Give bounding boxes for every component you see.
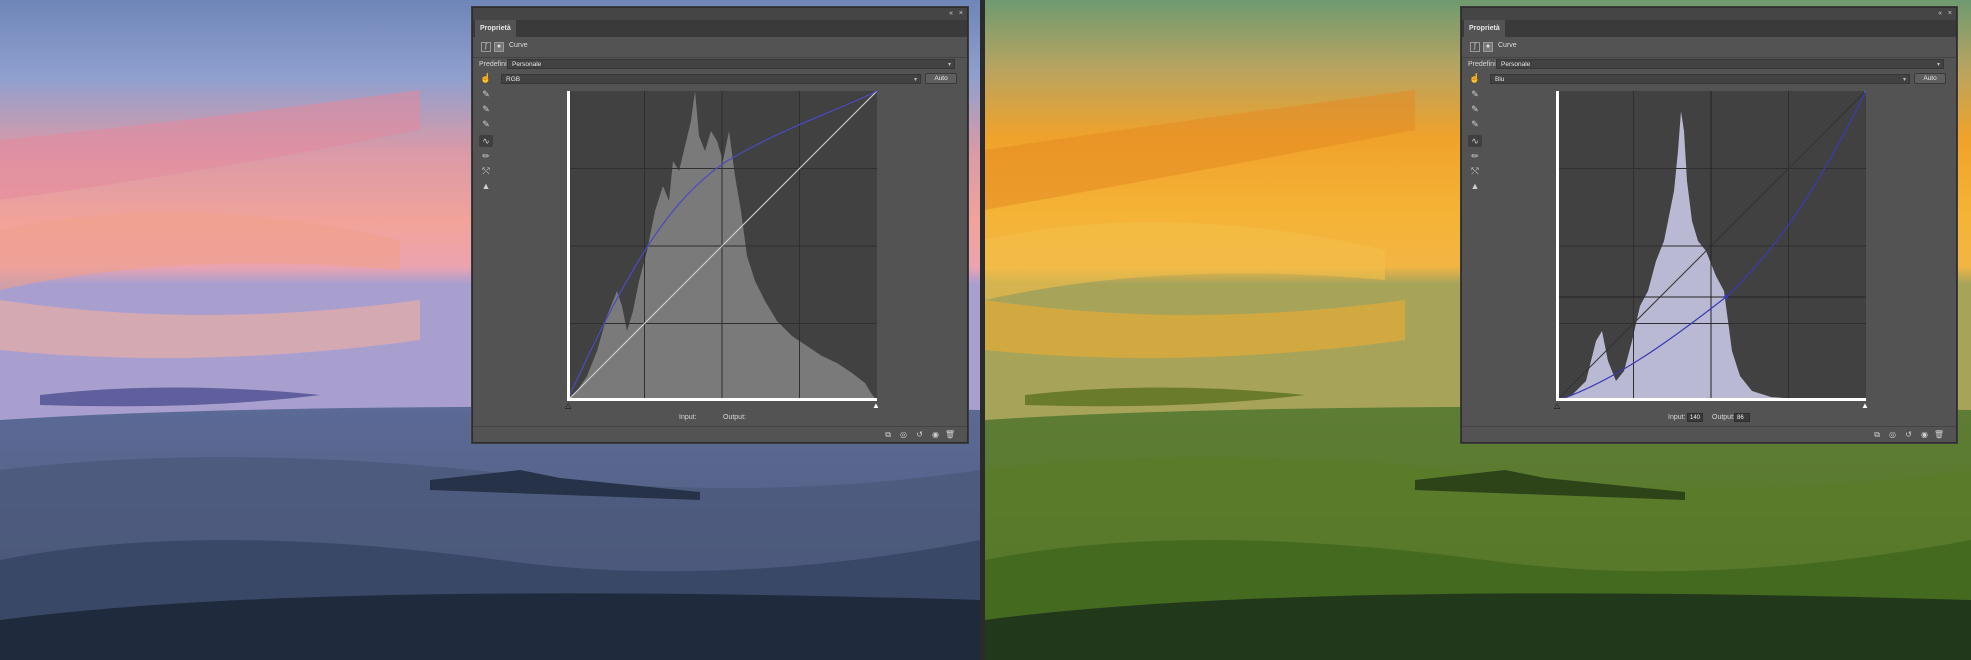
curves-properties-panel-right: « × Proprietà ≡ ∫ ● Curve Predefinito: P… (1461, 7, 1957, 443)
split-divider (980, 0, 985, 660)
pencil-draw-icon[interactable]: ✏ (1468, 150, 1482, 162)
channel-dropdown[interactable]: RGB ▾ (501, 74, 921, 84)
panel-titlebar[interactable]: « × (473, 8, 967, 20)
white-point-eyedropper-icon[interactable]: ✎ (1468, 118, 1482, 130)
black-point-slider-icon[interactable]: △ (565, 401, 571, 410)
black-point-slider-icon[interactable]: △ (1554, 401, 1560, 410)
chevron-down-icon: ▾ (913, 77, 917, 83)
visibility-icon[interactable]: ◉ (932, 430, 939, 440)
channel-value: RGB (506, 76, 521, 83)
layer-mask-icon[interactable]: ● (1483, 42, 1493, 52)
collapse-icon[interactable]: « (949, 9, 953, 18)
preset-value: Personale (1501, 61, 1531, 68)
output-gradient-bar (1556, 91, 1559, 401)
chevron-down-icon: ▾ (1902, 77, 1906, 83)
panel-tabbar: Proprietà ≡ (473, 20, 967, 44)
input-label: Input: (679, 414, 697, 421)
close-icon[interactable]: × (1948, 9, 1952, 18)
pencil-draw-icon[interactable]: ✏ (479, 150, 493, 162)
target-adjust-icon[interactable]: ☝ (479, 72, 493, 84)
delete-icon[interactable]: 🗑 (1934, 430, 1944, 440)
adjustment-header: ∫ ● Curve (473, 37, 967, 58)
curves-adjustment-icon: ∫ (481, 42, 491, 52)
close-icon[interactable]: × (959, 9, 963, 18)
panel-footer: ⧉ ◎ ↺ ◉ 🗑 (1462, 426, 1956, 442)
input-gradient-bar (567, 398, 877, 401)
reset-icon[interactable]: ↺ (1905, 430, 1912, 440)
clip-to-layer-icon[interactable]: ⧉ (1874, 430, 1880, 440)
curves-graph[interactable] (1556, 91, 1866, 401)
gray-point-eyedropper-icon[interactable]: ✎ (479, 103, 493, 115)
curve-points-icon[interactable]: ∿ (479, 135, 493, 147)
panel-footer: ⧉ ◎ ↺ ◉ 🗑 (473, 426, 967, 442)
delete-icon[interactable]: 🗑 (945, 430, 955, 440)
adjustment-title: Curve (1498, 42, 1517, 49)
clipping-warning-icon[interactable]: ▲ (479, 180, 493, 192)
curves-adjustment-icon: ∫ (1470, 42, 1480, 52)
adjustment-title: Curve (509, 42, 528, 49)
auto-button[interactable]: Auto (1914, 73, 1946, 84)
curve-points-icon[interactable]: ∿ (1468, 135, 1482, 147)
tab-properties[interactable]: Proprietà (475, 20, 516, 37)
preset-dropdown[interactable]: Personale ▾ (507, 59, 955, 69)
white-point-slider-icon[interactable]: ▲ (872, 401, 880, 410)
output-label: Output: (1712, 414, 1735, 421)
panel-tabbar: Proprietà ≡ (1462, 20, 1956, 44)
chevron-down-icon: ▾ (1936, 62, 1940, 68)
white-point-slider-icon[interactable]: ▲ (1861, 401, 1869, 410)
clip-to-layer-icon[interactable]: ⧉ (885, 430, 891, 440)
channel-dropdown[interactable]: Blu ▾ (1490, 74, 1910, 84)
smooth-curve-icon[interactable]: ⤲ (1468, 165, 1482, 177)
input-label: Input: (1668, 414, 1686, 421)
clipping-warning-icon[interactable]: ▲ (1468, 180, 1482, 192)
channel-value: Blu (1495, 76, 1505, 83)
view-previous-icon[interactable]: ◎ (1889, 430, 1896, 440)
chevron-down-icon: ▾ (947, 62, 951, 68)
output-field[interactable]: 86 (1734, 413, 1750, 422)
preset-dropdown[interactable]: Personale ▾ (1496, 59, 1944, 69)
output-gradient-bar (567, 91, 570, 401)
gray-point-eyedropper-icon[interactable]: ✎ (1468, 103, 1482, 115)
output-label: Output: (723, 414, 746, 421)
input-field[interactable]: 140 (1687, 413, 1703, 422)
target-adjust-icon[interactable]: ☝ (1468, 72, 1482, 84)
tab-properties[interactable]: Proprietà (1464, 20, 1505, 37)
curves-properties-panel-left: « × Proprietà ≡ ∫ ● Curve Predefinito: P… (472, 7, 968, 443)
preset-value: Personale (512, 61, 542, 68)
black-point-eyedropper-icon[interactable]: ✎ (479, 88, 493, 100)
auto-button[interactable]: Auto (925, 73, 957, 84)
visibility-icon[interactable]: ◉ (1921, 430, 1928, 440)
white-point-eyedropper-icon[interactable]: ✎ (479, 118, 493, 130)
curve-control-point[interactable] (1724, 295, 1728, 299)
view-previous-icon[interactable]: ◎ (900, 430, 907, 440)
panel-titlebar[interactable]: « × (1462, 8, 1956, 20)
input-gradient-bar (1556, 398, 1866, 401)
layer-mask-icon[interactable]: ● (494, 42, 504, 52)
curves-graph[interactable] (567, 91, 877, 401)
adjustment-header: ∫ ● Curve (1462, 37, 1956, 58)
black-point-eyedropper-icon[interactable]: ✎ (1468, 88, 1482, 100)
reset-icon[interactable]: ↺ (916, 430, 923, 440)
collapse-icon[interactable]: « (1938, 9, 1942, 18)
smooth-curve-icon[interactable]: ⤲ (479, 165, 493, 177)
